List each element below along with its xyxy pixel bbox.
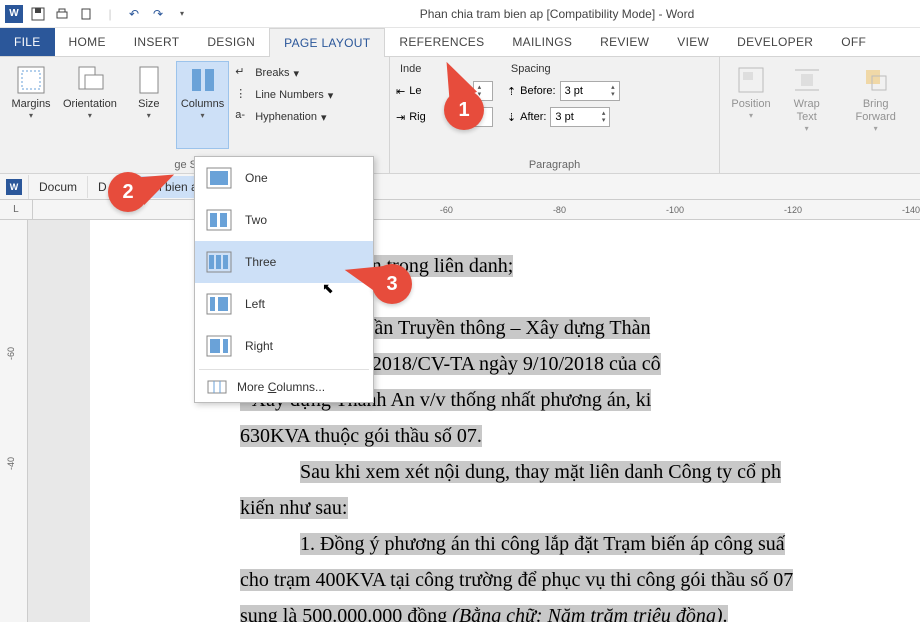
word-app-icon[interactable]: W: [4, 4, 24, 24]
columns-one[interactable]: One: [195, 157, 373, 199]
ruler-scale: -40 -60 -80 -100 -120 -140: [33, 200, 920, 219]
columns-more[interactable]: More Columns...: [195, 372, 373, 402]
page-setup-small-items: ↵Breaks ▾ ⋮Line Numbers ▾ a-Hyphenation …: [231, 61, 337, 127]
tab-review[interactable]: REVIEW: [586, 28, 663, 56]
columns-two[interactable]: Two: [195, 199, 373, 241]
columns-left[interactable]: Left: [195, 283, 373, 325]
chevron-down-icon: ▾: [201, 111, 205, 120]
tab-view[interactable]: VIEW: [663, 28, 723, 56]
tab-file[interactable]: FILE: [0, 28, 55, 56]
document-area: -60 -40 - Các thành viên trong liên danh…: [0, 220, 920, 622]
chevron-down-icon: ▾: [88, 111, 92, 120]
line-numbers-button[interactable]: ⋮Line Numbers ▾: [231, 85, 337, 105]
tab-references[interactable]: REFERENCES: [385, 28, 498, 56]
print-preview-icon[interactable]: [52, 4, 72, 24]
position-icon: [735, 64, 767, 96]
doc-line: sung là 500.000.000 đồng (Bằng chữ: Năm …: [240, 600, 920, 622]
tab-mailings[interactable]: MAILINGS: [498, 28, 586, 56]
tab-home[interactable]: HOME: [55, 28, 120, 56]
spacing-label: Spacing: [507, 63, 620, 75]
group-arrange: Position▾ Wrap Text▾ Bring Forward▾: [720, 57, 920, 173]
orientation-icon: [74, 64, 106, 96]
left-column-icon: [205, 293, 233, 315]
tab-design[interactable]: DESIGN: [193, 28, 269, 56]
size-icon: [133, 64, 165, 96]
doc-line: 630KVA thuộc gói thầu số 07.: [240, 420, 920, 452]
position-button[interactable]: Position▾: [726, 61, 776, 149]
tab-developer[interactable]: DEVELOPER: [723, 28, 827, 56]
right-column-icon: [205, 335, 233, 357]
callout-1: 1: [444, 90, 484, 130]
columns-icon: [187, 64, 219, 96]
indent-right-icon: ⇥: [396, 111, 405, 124]
qat-dropdown-icon[interactable]: ▾: [172, 4, 192, 24]
doc-tab-icon[interactable]: W: [0, 175, 29, 199]
redo-icon[interactable]: ↷: [148, 4, 168, 24]
quick-access-toolbar: W | ↶ ↷ ▾: [4, 4, 192, 24]
breaks-button[interactable]: ↵Breaks ▾: [231, 63, 337, 83]
bring-forward-button[interactable]: Bring Forward▾: [837, 61, 914, 149]
ribbon-tabs: FILE HOME INSERT DESIGN PAGE LAYOUT REFE…: [0, 28, 920, 56]
window-title: Phan chia tram bien ap [Compatibility Mo…: [198, 7, 916, 21]
spacing-after-icon: ⇣: [507, 111, 516, 124]
doc-line: kiến như sau:: [240, 492, 920, 524]
size-button[interactable]: Size ▾: [124, 61, 174, 149]
one-column-icon: [205, 167, 233, 189]
spacing-after-row: ⇣ After: 3 pt▴▾: [507, 107, 620, 127]
breaks-icon: ↵: [235, 65, 251, 81]
title-bar: W | ↶ ↷ ▾ Phan chia tram bien ap [Compat…: [0, 0, 920, 28]
cursor-icon: ⬉: [322, 280, 334, 297]
more-columns-icon: [207, 380, 227, 394]
columns-right[interactable]: Right: [195, 325, 373, 367]
callout-2: 2: [108, 172, 148, 212]
doc-line: Sau khi xem xét nội dung, thay mặt liên …: [240, 456, 920, 488]
callout-3: 3: [372, 264, 412, 304]
undo-icon[interactable]: ↶: [124, 4, 144, 24]
vertical-ruler[interactable]: -60 -40: [0, 220, 28, 622]
two-column-icon: [205, 209, 233, 231]
tab-insert[interactable]: INSERT: [120, 28, 194, 56]
doc-line: cho trạm 400KVA tại công trường để phục …: [240, 564, 920, 596]
chevron-down-icon: ▾: [147, 111, 151, 120]
paste-icon[interactable]: [76, 4, 96, 24]
indent-left-icon: ⇤: [396, 85, 405, 98]
page-gutter: [28, 220, 90, 622]
ruler-corner: L: [0, 200, 33, 219]
tab-page-layout[interactable]: PAGE LAYOUT: [269, 28, 385, 56]
margins-button[interactable]: Margins ▾: [6, 61, 56, 149]
doc-line: 1. Đồng ý phương án thi công lắp đặt Trạ…: [240, 528, 920, 560]
orientation-button[interactable]: Orientation ▾: [58, 61, 122, 149]
chevron-down-icon: ▾: [29, 111, 33, 120]
wrap-text-icon: [791, 64, 823, 96]
spacing-before-icon: ⇡: [507, 85, 516, 98]
save-icon[interactable]: [28, 4, 48, 24]
qat-divider: |: [100, 4, 120, 24]
line-numbers-icon: ⋮: [235, 87, 251, 103]
doc-tab-1[interactable]: Docum: [29, 176, 88, 198]
columns-button[interactable]: Columns ▾: [176, 61, 229, 149]
tab-office[interactable]: OFF: [827, 28, 880, 56]
menu-separator: [199, 369, 369, 370]
hyphenation-button[interactable]: a-Hyphenation ▾: [231, 107, 337, 127]
spacing-before-input[interactable]: 3 pt▴▾: [560, 81, 620, 101]
group-label-paragraph: Paragraph: [390, 159, 719, 171]
bring-forward-icon: [860, 64, 892, 96]
margins-icon: [15, 64, 47, 96]
hyphenation-icon: a-: [235, 109, 251, 125]
wrap-text-button[interactable]: Wrap Text▾: [778, 61, 835, 149]
three-column-icon: [205, 251, 233, 273]
spacing-before-row: ⇡ Before: 3 pt▴▾: [507, 81, 620, 101]
spacing-after-input[interactable]: 3 pt▴▾: [550, 107, 610, 127]
